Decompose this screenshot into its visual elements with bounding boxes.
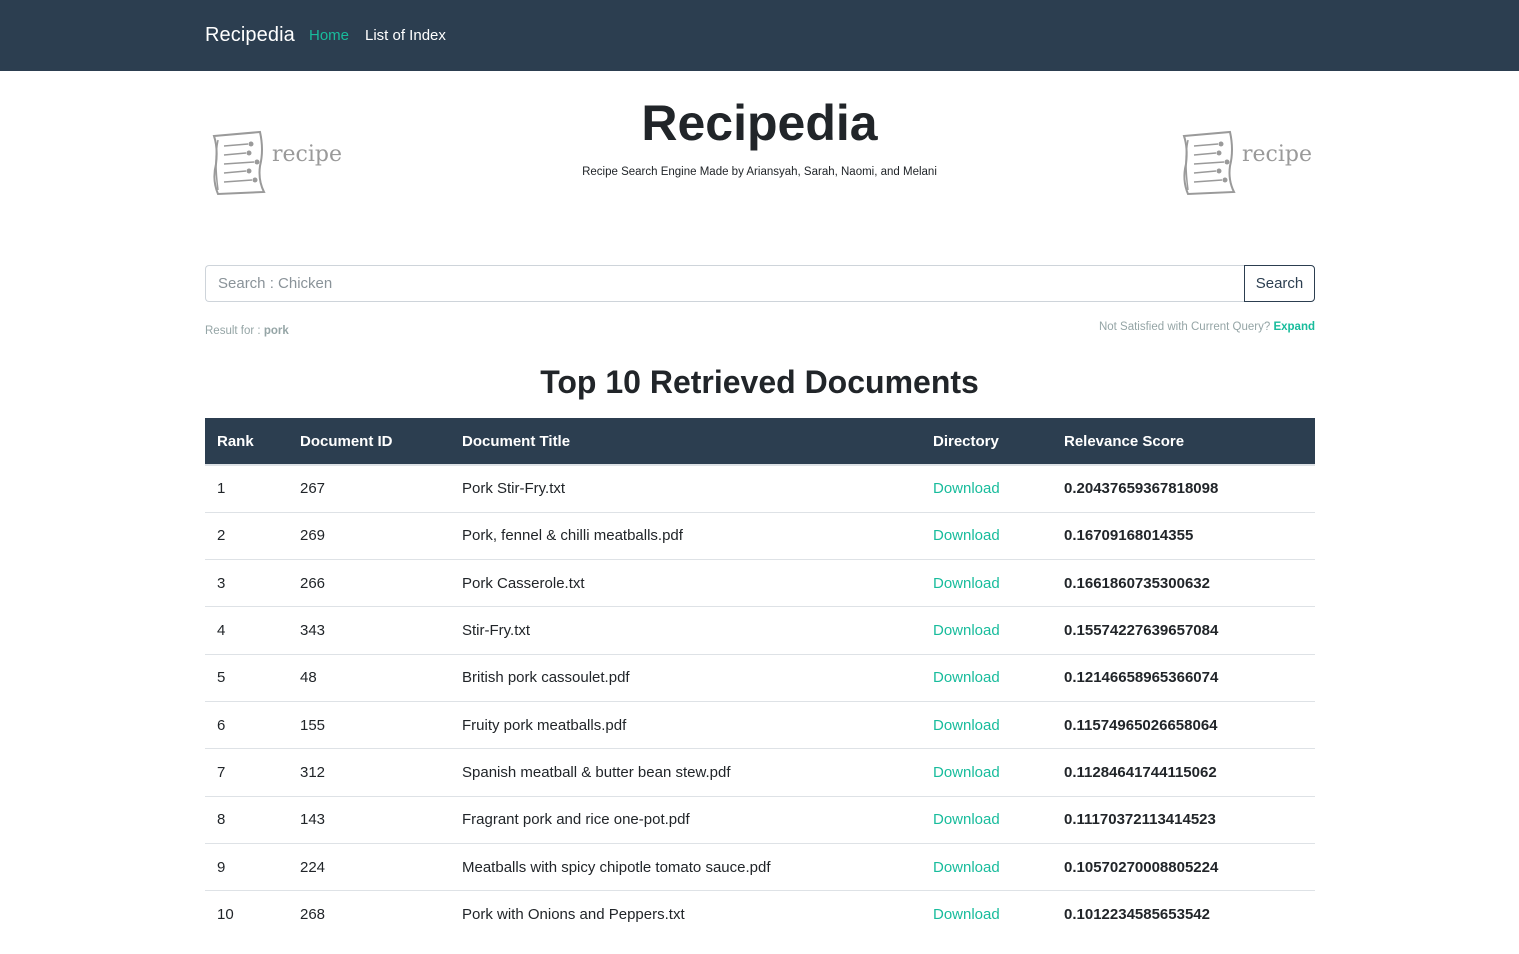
directory-cell: Download — [921, 559, 1052, 607]
table-row: 6 155 Fruity pork meatballs.pdf Download… — [205, 700, 1315, 749]
results-table: Rank Document ID Document Title Director… — [205, 418, 1315, 938]
download-link[interactable]: Download — [933, 859, 1000, 876]
directory-cell: Download — [921, 511, 1052, 560]
rank-cell: 7 — [205, 748, 288, 797]
relevance-score-cell: 0.12146658965366074 — [1052, 653, 1315, 702]
download-link[interactable]: Download — [933, 669, 1000, 686]
column-header-rank: Rank — [205, 418, 288, 466]
download-link[interactable]: Download — [933, 622, 1000, 639]
navbar-brand[interactable]: Recipedia — [205, 22, 295, 48]
download-link[interactable]: Download — [933, 811, 1000, 828]
document-title-cell: Fragrant pork and rice one-pot.pdf — [450, 795, 921, 844]
relevance-score-cell: 0.1012234585653542 — [1052, 890, 1315, 938]
result-for-label: Result for : pork — [205, 323, 289, 339]
top-navbar: Recipedia Home List of Index — [0, 0, 1519, 71]
directory-cell: Download — [921, 653, 1052, 702]
table-row: 7 312 Spanish meatball & butter bean ste… — [205, 748, 1315, 797]
column-header-document-id: Document ID — [288, 418, 450, 466]
page-title: Recipedia — [641, 95, 878, 151]
rank-cell: 10 — [205, 890, 288, 938]
table-header-row: Rank Document ID Document Title Director… — [205, 418, 1315, 466]
directory-cell: Download — [921, 842, 1052, 891]
download-link[interactable]: Download — [933, 764, 1000, 781]
document-id-cell: 224 — [288, 842, 450, 891]
document-id-cell: 155 — [288, 700, 450, 749]
document-title-cell: Pork Casserole.txt — [450, 559, 921, 607]
table-row: 5 48 British pork cassoulet.pdf Download… — [205, 653, 1315, 702]
directory-cell: Download — [921, 748, 1052, 797]
table-row: 3 266 Pork Casserole.txt Download 0.1661… — [205, 559, 1315, 607]
table-row: 2 269 Pork, fennel & chilli meatballs.pd… — [205, 511, 1315, 560]
document-id-cell: 268 — [288, 890, 450, 938]
directory-cell: Download — [921, 606, 1052, 655]
expand-prompt-text: Not Satisfied with Current Query? — [1098, 321, 1274, 333]
document-id-cell: 269 — [288, 511, 450, 560]
search-input[interactable] — [205, 265, 1245, 302]
expand-query-prompt: Not Satisfied with Current Query? Expand — [1000, 319, 1315, 335]
document-title-cell: Stir-Fry.txt — [450, 606, 921, 655]
document-title-cell: Spanish meatball & butter bean stew.pdf — [450, 748, 921, 797]
document-id-cell: 312 — [288, 748, 450, 797]
document-title-cell: Pork with Onions and Peppers.txt — [450, 890, 921, 938]
relevance-score-cell: 0.11284641744115062 — [1052, 748, 1315, 797]
document-id-cell: 48 — [288, 653, 450, 702]
download-link[interactable]: Download — [933, 717, 1000, 734]
relevance-score-cell: 0.11574965026658064 — [1052, 700, 1315, 749]
relevance-score-cell: 0.10570270008805224 — [1052, 842, 1315, 891]
relevance-score-cell: 0.15574227639657084 — [1052, 606, 1315, 655]
relevance-score-cell: 0.1661860735300632 — [1052, 559, 1315, 607]
result-for-prefix: Result for : — [205, 325, 264, 337]
download-link[interactable]: Download — [933, 906, 1000, 923]
column-header-relevance-score: Relevance Score — [1052, 418, 1315, 466]
directory-cell: Download — [921, 700, 1052, 749]
rank-cell: 8 — [205, 795, 288, 844]
table-row: 9 224 Meatballs with spicy chipotle toma… — [205, 842, 1315, 891]
download-link[interactable]: Download — [933, 527, 1000, 544]
document-title-cell: British pork cassoulet.pdf — [450, 653, 921, 702]
directory-cell: Download — [921, 890, 1052, 938]
column-header-document-title: Document Title — [450, 418, 921, 466]
page-subtitle: Recipe Search Engine Made by Ariansyah, … — [582, 166, 937, 178]
relevance-score-cell: 0.11170372113414523 — [1052, 795, 1315, 844]
document-title-cell: Fruity pork meatballs.pdf — [450, 700, 921, 749]
results-heading: Top 10 Retrieved Documents — [540, 364, 979, 400]
document-title-cell: Pork, fennel & chilli meatballs.pdf — [450, 511, 921, 560]
download-link[interactable]: Download — [933, 480, 1000, 497]
column-header-directory: Directory — [921, 418, 1052, 466]
nav-link-home[interactable]: Home — [309, 26, 349, 46]
document-id-cell: 266 — [288, 559, 450, 607]
rank-cell: 3 — [205, 559, 288, 607]
relevance-score-cell: 0.20437659367818098 — [1064, 480, 1219, 498]
nav-link-list-of-index[interactable]: List of Index — [365, 26, 446, 46]
document-title-cell: Meatballs with spicy chipotle tomato sau… — [450, 842, 921, 891]
table-row: 10 268 Pork with Onions and Peppers.txt … — [205, 890, 1315, 938]
directory-cell: Download — [921, 465, 1052, 512]
download-link[interactable]: Download — [933, 575, 1000, 592]
document-id-cell: 267 — [300, 480, 326, 498]
document-id-cell: 143 — [288, 795, 450, 844]
document-id-cell: 343 — [288, 606, 450, 655]
result-query: pork — [263, 325, 289, 337]
table-row: 8 143 Fragrant pork and rice one-pot.pdf… — [205, 795, 1315, 844]
table-row: 4 343 Stir-Fry.txt Download 0.1557422763… — [205, 606, 1315, 655]
search-button[interactable]: Search — [1244, 265, 1315, 302]
relevance-score-cell: 0.16709168014355 — [1052, 511, 1315, 560]
rank-cell: 4 — [205, 606, 288, 655]
table-row: 1 267 Pork Stir-Fry.txt Download 0.20437… — [205, 465, 1315, 512]
rank-cell: 2 — [205, 511, 288, 560]
rank-cell: 5 — [205, 653, 288, 702]
expand-link[interactable]: Expand — [1273, 321, 1315, 333]
rank-cell: 9 — [205, 842, 288, 891]
rank-cell: 1 — [217, 480, 226, 498]
document-title-cell: Pork Stir-Fry.txt — [462, 480, 566, 498]
directory-cell: Download — [921, 795, 1052, 844]
rank-cell: 6 — [205, 700, 288, 749]
